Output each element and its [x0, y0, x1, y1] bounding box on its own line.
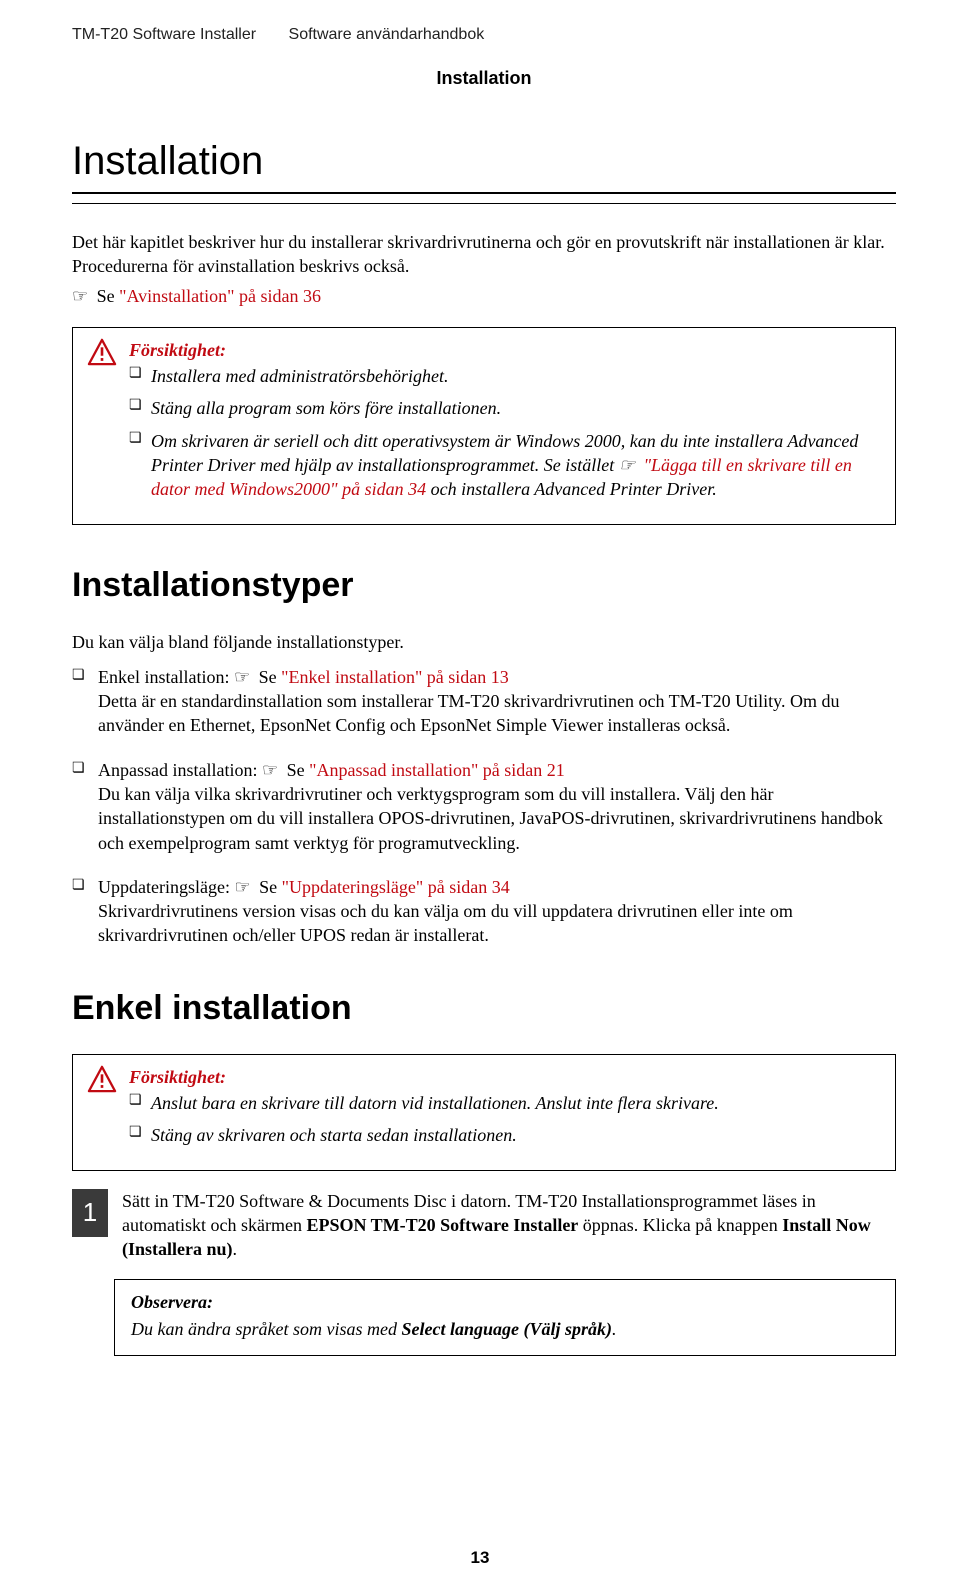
note-body: Du kan ändra språket som visas med Selec…: [131, 1317, 879, 1341]
note-title: Observera:: [131, 1290, 879, 1314]
intro-see-link[interactable]: "Avinstallation" på sidan 36: [119, 286, 321, 306]
note-a: Du kan ändra språket som visas med: [131, 1319, 401, 1339]
pointer-icon: ☞: [619, 453, 635, 477]
section-label: Installation: [72, 66, 896, 90]
type-see: Se: [287, 760, 310, 780]
step1-c: .: [233, 1239, 238, 1259]
type-desc: Du kan välja vilka skrivardrivrutiner oc…: [98, 784, 883, 853]
list-item: Anslut bara en skrivare till datorn vid …: [129, 1091, 879, 1115]
running-header-product: TM-T20 Software Installer: [72, 26, 256, 43]
types-list: Enkel installation: ☞ Se "Enkel installa…: [72, 665, 896, 948]
chapter-title: Installation: [72, 134, 896, 194]
caution-box-2: Försiktighet: Anslut bara en skrivare ti…: [72, 1054, 896, 1171]
page-number: 13: [0, 1547, 960, 1570]
step1-b: öppnas. Klicka på knappen: [578, 1215, 782, 1235]
list-item: Stäng av skrivaren och starta sedan inst…: [129, 1123, 879, 1147]
list-item: Anpassad installation: ☞ Se "Anpassad in…: [72, 758, 896, 855]
caution-item3-b: och installera Advanced Printer Driver.: [426, 479, 717, 499]
type-link[interactable]: "Enkel installation" på sidan 13: [281, 667, 509, 687]
running-header-doc: Software användarhandbok: [289, 26, 485, 43]
warning-icon: [87, 1065, 117, 1093]
note-bold: Select language (Välj språk): [401, 1319, 612, 1339]
list-item: Installera med administratörsbehörighet.: [129, 364, 879, 388]
note-b: .: [612, 1319, 617, 1339]
note-box: Observera: Du kan ändra språket som visa…: [114, 1279, 896, 1356]
types-intro: Du kan välja bland följande installation…: [72, 630, 896, 654]
caution-list: Installera med administratörsbehörighet.…: [129, 364, 879, 501]
pointer-icon: ☞: [262, 758, 278, 782]
type-desc: Skrivardrivrutinens version visas och du…: [98, 901, 793, 945]
type-desc: Detta är en standardinstallation som ins…: [98, 691, 840, 735]
pointer-icon: ☞: [234, 875, 250, 899]
chapter-rule: [72, 200, 896, 204]
type-label: Anpassad installation:: [98, 760, 262, 780]
caution-box-1: Försiktighet: Installera med administrat…: [72, 327, 896, 525]
caution-list: Anslut bara en skrivare till datorn vid …: [129, 1091, 879, 1148]
step-number-badge: 1: [72, 1189, 108, 1237]
list-item: Uppdateringsläge: ☞ Se "Uppdateringsläge…: [72, 875, 896, 948]
step-1: 1 Sätt in TM-T20 Software & Documents Di…: [72, 1189, 896, 1262]
type-label: Enkel installation:: [98, 667, 234, 687]
intro-paragraph: Det här kapitlet beskriver hur du instal…: [72, 230, 896, 279]
list-item: Enkel installation: ☞ Se "Enkel installa…: [72, 665, 896, 738]
running-header: TM-T20 Software Installer Software använ…: [72, 24, 896, 46]
type-label: Uppdateringsläge:: [98, 877, 234, 897]
type-see: Se: [259, 877, 282, 897]
type-link[interactable]: "Uppdateringsläge" på sidan 34: [282, 877, 510, 897]
installation-types-heading: Installationstyper: [72, 563, 896, 609]
caution-title: Försiktighet:: [129, 338, 879, 362]
caution-title: Försiktighet:: [129, 1065, 879, 1089]
easy-install-heading: Enkel installation: [72, 986, 896, 1032]
type-link[interactable]: "Anpassad installation" på sidan 21: [309, 760, 565, 780]
step-text: Sätt in TM-T20 Software & Documents Disc…: [122, 1189, 896, 1262]
intro-see-prefix: Se: [97, 286, 120, 306]
list-item: Stäng alla program som körs före install…: [129, 396, 879, 420]
list-item: Om skrivaren är seriell och ditt operati…: [129, 429, 879, 502]
pointer-icon: ☞: [72, 284, 88, 308]
type-see: Se: [259, 667, 282, 687]
pointer-icon: ☞: [234, 665, 250, 689]
warning-icon: [87, 338, 117, 366]
intro-see-line: ☞ Se "Avinstallation" på sidan 36: [72, 284, 896, 308]
step1-bold1: EPSON TM-T20 Software Installer: [306, 1215, 578, 1235]
